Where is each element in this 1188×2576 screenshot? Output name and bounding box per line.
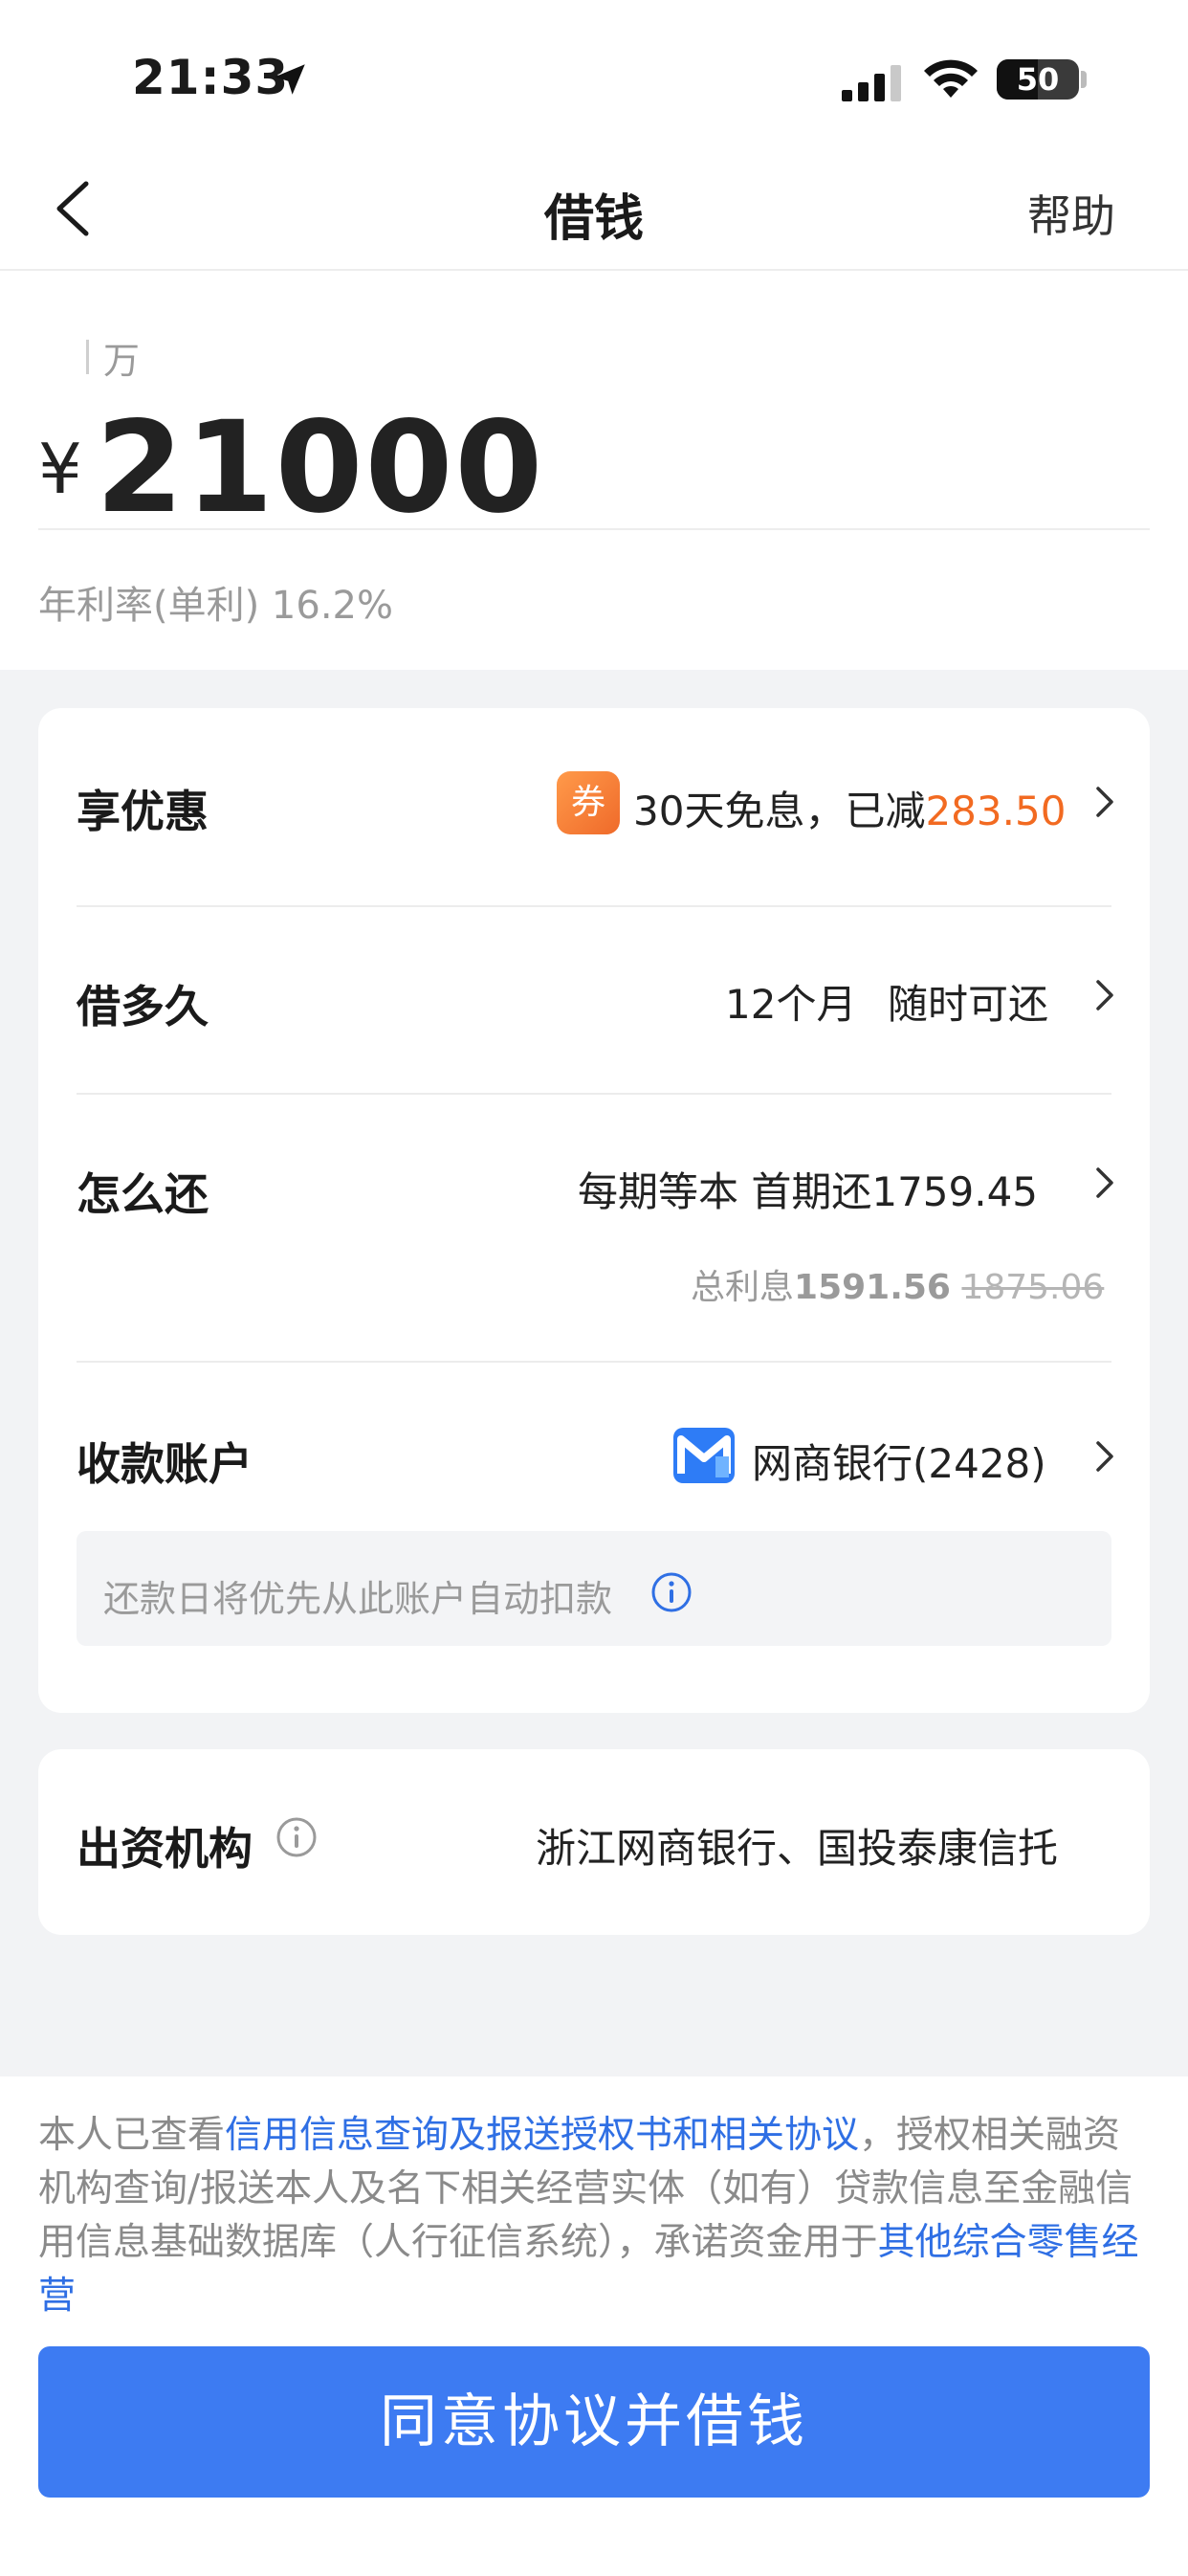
- discount-label: 享优惠: [77, 786, 209, 837]
- input-cursor: [86, 340, 89, 374]
- battery-tip: [1081, 71, 1087, 88]
- amount-input[interactable]: 21000: [96, 394, 544, 542]
- annual-rate-text: 年利率(单利) 16.2%: [38, 584, 393, 628]
- battery-icon: 50: [997, 59, 1079, 100]
- legal-agreement-text: 本人已查看信用信息查询及报送授权书和相关协议，授权相关融资机构查询/报送本人及名…: [38, 2109, 1150, 2323]
- discount-amount: 283.50: [925, 788, 1067, 834]
- coupon-badge: 券: [557, 771, 620, 834]
- total-interest-value: 1591.56: [794, 1268, 951, 1307]
- battery-level: 50: [1016, 61, 1060, 98]
- term-note: 随时可还: [888, 981, 1049, 1028]
- discount-value: 30天免息，已减283.50: [633, 779, 1066, 837]
- wifi-icon: [924, 59, 978, 98]
- chevron-right-icon: [1096, 787, 1113, 817]
- amount-unit-hint: 万: [103, 340, 141, 382]
- cellular-signal-icon: [842, 65, 901, 101]
- term-months: 12个月: [725, 981, 857, 1028]
- location-arrow-icon: [275, 64, 305, 95]
- legal-text-part1: 本人已查看: [38, 2114, 226, 2157]
- currency-symbol: ¥: [38, 429, 82, 509]
- chevron-right-icon: [1096, 1167, 1113, 1198]
- agree-and-borrow-button[interactable]: 同意协议并借钱: [38, 2346, 1150, 2498]
- chevron-right-icon: [1096, 1441, 1113, 1472]
- mybank-logo-icon: [673, 1428, 735, 1483]
- repayment-value: 每期等本 首期还1759.45: [578, 1168, 1039, 1215]
- amount-divider: [38, 528, 1150, 530]
- help-button[interactable]: 帮助: [1027, 182, 1115, 245]
- authorization-agreement-link[interactable]: 信用信息查询及报送授权书和相关协议: [225, 2114, 859, 2157]
- chevron-right-icon: [1096, 980, 1113, 1010]
- page-title: 借钱: [543, 190, 644, 248]
- info-icon[interactable]: [650, 1571, 693, 1613]
- funder-value: 浙江网商银行、国投泰康信托: [536, 1825, 1059, 1872]
- total-interest: 总利息1591.56 1875.06: [691, 1259, 1104, 1309]
- bank-account: 网商银行(2428): [752, 1440, 1046, 1487]
- original-interest: 1875.06: [961, 1268, 1105, 1307]
- term-label: 借多久: [77, 981, 209, 1033]
- repayment-label: 怎么还: [77, 1168, 209, 1220]
- account-label: 收款账户: [77, 1438, 253, 1490]
- repayment-row[interactable]: [38, 1095, 1150, 1361]
- auto-debit-note: 还款日将优先从此账户自动扣款: [103, 1578, 613, 1620]
- funder-label: 出资机构: [77, 1823, 253, 1875]
- status-time: 21:33: [132, 50, 290, 105]
- info-icon[interactable]: [275, 1816, 318, 1858]
- total-interest-prefix: 总利息: [691, 1268, 795, 1307]
- discount-text: 30天免息，已减: [633, 788, 926, 834]
